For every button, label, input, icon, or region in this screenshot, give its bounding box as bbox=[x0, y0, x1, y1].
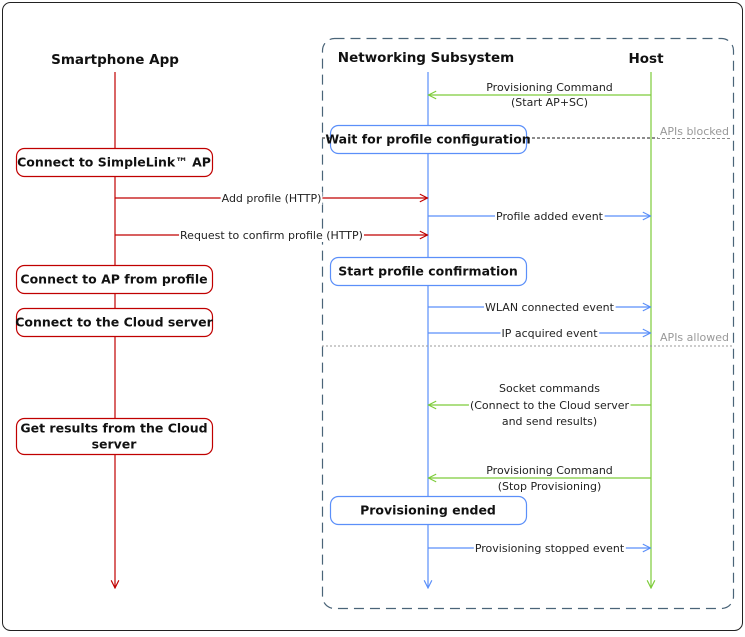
activity-box: Connect to AP from profile bbox=[15, 264, 214, 295]
activity-box: Get results from the Cloudserver bbox=[15, 417, 214, 456]
message-label: WLAN connected event bbox=[485, 301, 615, 314]
activity-box-label: Wait for profile configuration bbox=[325, 132, 530, 147]
activity-box: Start profile confirmation bbox=[329, 256, 528, 287]
activity-box: Connect to the Cloud server bbox=[15, 307, 214, 338]
message-label: Provisioning stopped event bbox=[475, 542, 625, 555]
activity-box-label: Connect to the Cloud server bbox=[15, 315, 213, 330]
activity-box-label: Provisioning ended bbox=[360, 503, 496, 518]
lifeline-title-app: Smartphone App bbox=[51, 52, 179, 68]
activity-box: Provisioning ended bbox=[329, 495, 528, 526]
api-state-label: APIs blocked bbox=[660, 125, 729, 138]
message-label: IP acquired event bbox=[501, 327, 598, 340]
message-label: (Stop Provisioning) bbox=[498, 480, 602, 493]
message-label: (Connect to the Cloud server bbox=[470, 399, 630, 412]
message-label: Profile added event bbox=[496, 210, 604, 223]
lifeline-title-host: Host bbox=[628, 51, 664, 67]
activity-box-label: Connect to AP from profile bbox=[20, 272, 207, 287]
api-state-label: APIs allowed bbox=[660, 331, 729, 344]
message-label: Request to confirm profile (HTTP) bbox=[180, 229, 363, 242]
activity-box-label: Start profile confirmation bbox=[338, 264, 518, 279]
provisioning-sequence-diagram: APIs blocked APIs allowed Provisioning Co… bbox=[2, 2, 743, 631]
message-label: Provisioning Command bbox=[486, 81, 613, 94]
message-label: (Start AP+SC) bbox=[511, 96, 588, 109]
activity-box-label: server bbox=[92, 437, 138, 452]
activity-box: Connect to SimpleLink™ AP bbox=[15, 147, 214, 178]
message-label: Socket commands bbox=[499, 382, 600, 395]
lifeline-title-networking: Networking Subsystem bbox=[338, 50, 514, 66]
message-label: Provisioning Command bbox=[486, 464, 613, 477]
activity-box-label: Get results from the Cloud bbox=[20, 421, 207, 436]
activity-box-label: Connect to SimpleLink™ AP bbox=[17, 155, 211, 170]
message-label: Add profile (HTTP) bbox=[222, 192, 322, 205]
activity-box: Wait for profile configuration bbox=[325, 124, 531, 155]
message-label: and send results) bbox=[502, 415, 597, 428]
